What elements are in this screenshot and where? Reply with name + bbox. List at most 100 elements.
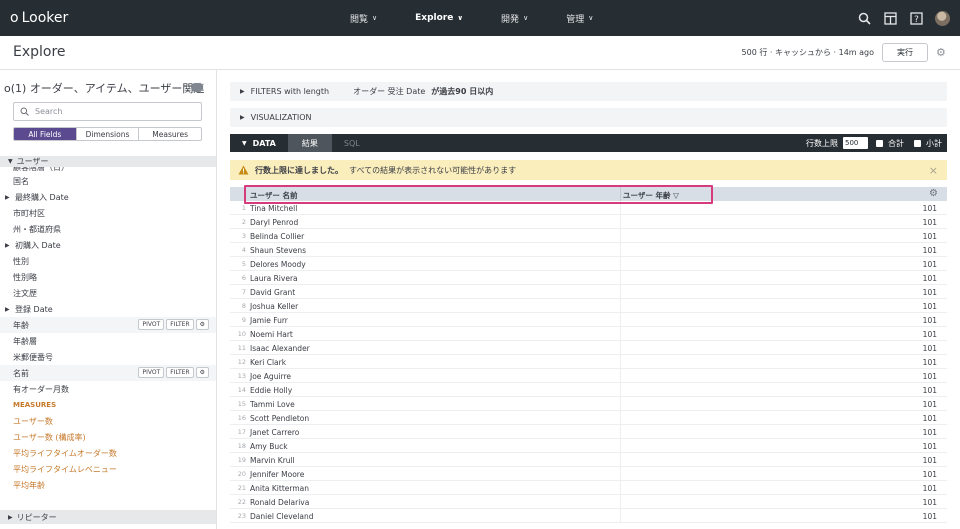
filters-section[interactable]: ▶ FILTERS with length オーダー 受注 Date が過去90… bbox=[230, 82, 947, 101]
cell-name[interactable]: Eddie Holly bbox=[250, 386, 292, 395]
explore-name[interactable]: o(1) オーダー、アイテム、ユーザー関連 bbox=[4, 80, 204, 96]
field-item[interactable]: 州・都道府県 bbox=[0, 221, 216, 237]
cell-name[interactable]: Joshua Keller bbox=[250, 302, 298, 311]
measure-item[interactable]: ユーザー数 bbox=[0, 413, 216, 429]
cell-age[interactable]: 101 bbox=[923, 288, 937, 297]
nav-item-3[interactable]: 管理 ∨ bbox=[566, 12, 593, 25]
subtotals-checkbox[interactable] bbox=[914, 139, 921, 147]
close-icon[interactable]: × bbox=[929, 164, 938, 177]
cell-name[interactable]: Amy Buck bbox=[250, 442, 288, 451]
cell-name[interactable]: Daryl Penrod bbox=[250, 218, 298, 227]
cell-age[interactable]: 101 bbox=[923, 204, 937, 213]
table-row[interactable]: 2 Daryl Penrod 101 bbox=[230, 215, 947, 229]
table-row[interactable]: 9 Jamie Furr 101 bbox=[230, 313, 947, 327]
cell-age[interactable]: 101 bbox=[923, 358, 937, 367]
avatar[interactable] bbox=[935, 10, 950, 26]
gear-icon[interactable]: ⚙ bbox=[929, 188, 938, 199]
nav-item-2[interactable]: 開発 ∨ bbox=[501, 12, 528, 25]
cell-age[interactable]: 101 bbox=[923, 456, 937, 465]
cell-age[interactable]: 101 bbox=[923, 428, 937, 437]
cell-name[interactable]: Belinda Collier bbox=[250, 232, 304, 241]
table-row[interactable]: 13 Joe Aguirre 101 bbox=[230, 369, 947, 383]
cell-age[interactable]: 101 bbox=[923, 218, 937, 227]
nav-item-0[interactable]: 閲覧 ∨ bbox=[350, 12, 377, 25]
info-icon[interactable]: ⚙ bbox=[195, 367, 209, 378]
table-row[interactable]: 22 Ronald Delariva 101 bbox=[230, 495, 947, 509]
totals-checkbox[interactable] bbox=[876, 139, 883, 147]
view-header-repeaters[interactable]: ▶ リピーター bbox=[0, 510, 216, 524]
tab-dimensions[interactable]: Dimensions bbox=[77, 128, 140, 140]
field-item[interactable]: ▶ 初購入 Date bbox=[0, 237, 216, 253]
data-toggle[interactable]: ▼ DATA bbox=[230, 134, 288, 152]
table-row[interactable]: 11 Isaac Alexander 101 bbox=[230, 341, 947, 355]
cell-age[interactable]: 101 bbox=[923, 246, 937, 255]
tab-sql[interactable]: SQL bbox=[332, 134, 372, 152]
measure-item[interactable]: 平均ライフタイムレベニュー bbox=[0, 461, 216, 477]
cell-age[interactable]: 101 bbox=[923, 330, 937, 339]
help-icon[interactable]: ? bbox=[909, 11, 924, 26]
cell-name[interactable]: Shaun Stevens bbox=[250, 246, 306, 255]
more-options-icon[interactable] bbox=[191, 83, 203, 92]
cell-age[interactable]: 101 bbox=[923, 372, 937, 381]
cell-age[interactable]: 101 bbox=[923, 232, 937, 241]
cell-age[interactable]: 101 bbox=[923, 316, 937, 325]
field-item[interactable]: 年齢層 bbox=[0, 333, 216, 349]
table-row[interactable]: 3 Belinda Collier 101 bbox=[230, 229, 947, 243]
field-item[interactable]: 注文歴 bbox=[0, 285, 216, 301]
table-row[interactable]: 8 Joshua Keller 101 bbox=[230, 299, 947, 313]
cell-name[interactable]: Tammi Love bbox=[250, 400, 295, 409]
cell-name[interactable]: Anita Kitterman bbox=[250, 484, 309, 493]
cell-age[interactable]: 101 bbox=[923, 260, 937, 269]
column-header-age[interactable]: ユーザー 年齢 ▽ bbox=[623, 190, 679, 201]
field-item[interactable]: 性別略 bbox=[0, 269, 216, 285]
info-icon[interactable]: ⚙ bbox=[195, 319, 209, 330]
table-row[interactable]: 19 Marvin Krull 101 bbox=[230, 453, 947, 467]
column-header-name[interactable]: ユーザー 名前 bbox=[250, 190, 297, 201]
table-row[interactable]: 5 Delores Moody 101 bbox=[230, 257, 947, 271]
table-row[interactable]: 7 David Grant 101 bbox=[230, 285, 947, 299]
cell-age[interactable]: 101 bbox=[923, 302, 937, 311]
looker-logo[interactable]: o Looker bbox=[10, 10, 68, 26]
search-input[interactable]: Search bbox=[13, 102, 202, 121]
table-row[interactable]: 10 Noemi Hart 101 bbox=[230, 327, 947, 341]
table-row[interactable]: 1 Tina Mitchell 101 bbox=[230, 201, 947, 215]
table-row[interactable]: 14 Eddie Holly 101 bbox=[230, 383, 947, 397]
cell-name[interactable]: Scott Pendleton bbox=[250, 414, 309, 423]
cell-name[interactable]: Tina Mitchell bbox=[250, 204, 297, 213]
search-icon[interactable] bbox=[857, 11, 872, 26]
cell-name[interactable]: Daniel Cleveland bbox=[250, 512, 313, 521]
cell-name[interactable]: Keri Clark bbox=[250, 358, 286, 367]
table-row[interactable]: 12 Keri Clark 101 bbox=[230, 355, 947, 369]
field-item[interactable]: 名前 PIVOT FILTER ⚙ bbox=[0, 365, 216, 381]
cell-name[interactable]: Noemi Hart bbox=[250, 330, 293, 339]
cell-age[interactable]: 101 bbox=[923, 274, 937, 283]
field-item[interactable]: 有オーダー月数 bbox=[0, 381, 216, 397]
cell-age[interactable]: 101 bbox=[923, 344, 937, 353]
row-limit-input[interactable]: 500 bbox=[843, 137, 868, 149]
cell-age[interactable]: 101 bbox=[923, 498, 937, 507]
cell-name[interactable]: Delores Moody bbox=[250, 260, 306, 269]
field-item[interactable]: 性別 bbox=[0, 253, 216, 269]
cell-name[interactable]: Ronald Delariva bbox=[250, 498, 309, 507]
layout-icon[interactable] bbox=[883, 11, 898, 26]
view-header-users[interactable]: ▼ ユーザー bbox=[0, 156, 216, 167]
filter-button[interactable]: FILTER bbox=[166, 367, 194, 378]
nav-item-1[interactable]: Explore ∨ bbox=[415, 13, 463, 23]
table-row[interactable]: 21 Anita Kitterman 101 bbox=[230, 481, 947, 495]
cell-name[interactable]: Jamie Furr bbox=[250, 316, 288, 325]
cell-name[interactable]: David Grant bbox=[250, 288, 295, 297]
cell-age[interactable]: 101 bbox=[923, 512, 937, 521]
cell-name[interactable]: Janet Carrero bbox=[250, 428, 299, 437]
cell-age[interactable]: 101 bbox=[923, 386, 937, 395]
filter-button[interactable]: FILTER bbox=[166, 319, 194, 330]
gear-icon[interactable]: ⚙ bbox=[936, 46, 948, 59]
table-row[interactable]: 23 Daniel Cleveland 101 bbox=[230, 509, 947, 523]
field-item[interactable]: ▶ 最終購入 Date bbox=[0, 189, 216, 205]
field-item[interactable]: 年齢 PIVOT FILTER ⚙ bbox=[0, 317, 216, 333]
measure-item[interactable]: 平均年齢 bbox=[0, 477, 216, 493]
cell-name[interactable]: Isaac Alexander bbox=[250, 344, 310, 353]
cell-age[interactable]: 101 bbox=[923, 470, 937, 479]
measure-item[interactable]: 平均ライフタイムオーダー数 bbox=[0, 445, 216, 461]
table-row[interactable]: 18 Amy Buck 101 bbox=[230, 439, 947, 453]
run-button[interactable]: 実行 bbox=[882, 43, 928, 62]
